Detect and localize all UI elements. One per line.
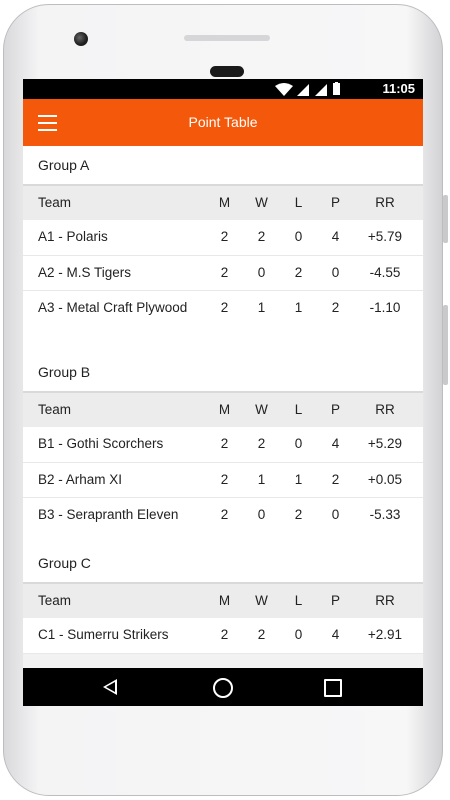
recents-icon[interactable] [324,679,342,697]
run-rate: +5.29 [367,436,403,451]
header-l: L [294,593,303,608]
losses: 0 [294,627,303,642]
earpiece [210,66,244,77]
power-button [443,305,448,385]
table-header: Team M W L P RR [23,186,423,220]
screen: 11:05 Point Table Group A Team M W L P R… [23,79,423,706]
header-w: W [255,593,268,608]
volume-button [443,195,448,243]
header-m: M [218,195,231,210]
run-rate: +5.79 [367,229,403,244]
matches: 2 [220,627,229,642]
header-rr: RR [375,402,395,417]
matches: 2 [220,507,229,522]
group-section: Group A Team M W L P RR A1 - Polaris 2 2… [23,146,423,353]
header-team: Team [38,402,72,417]
table-row[interactable]: A1 - Polaris 2 2 0 4 +5.79 [23,220,423,256]
wins: 1 [257,300,266,315]
points: 0 [331,265,340,280]
header-rr: RR [375,593,395,608]
header-p: P [330,195,340,210]
losses: 0 [294,436,303,451]
run-rate: -4.55 [369,265,401,280]
team-name: B1 - Gothi Scorchers [38,436,164,451]
team-name: A2 - M.S Tigers [38,265,132,280]
team-name: A1 - Polaris [38,229,108,244]
points: 4 [331,627,340,642]
header-team: Team [38,195,72,210]
table-row[interactable]: B1 - Gothi Scorchers 2 2 0 4 +5.29 [23,427,423,463]
wins: 2 [257,627,266,642]
home-icon[interactable] [213,678,233,698]
header-w: W [255,402,268,417]
wins: 1 [257,472,266,487]
run-rate: -5.33 [369,507,401,522]
header-p: P [330,402,340,417]
wins: 2 [257,229,266,244]
team-name: A3 - Metal Craft Plywood [38,300,188,315]
run-rate: +2.91 [367,627,403,642]
points-table[interactable]: Group A Team M W L P RR A1 - Polaris 2 2… [23,146,423,668]
group-title: Group A [23,146,423,186]
front-camera [74,32,88,46]
navigation-bar [23,668,423,706]
table-header: Team M W L P RR [23,584,423,618]
table-row[interactable]: B3 - Serapranth Eleven 2 0 2 0 -5.33 [23,498,423,534]
status-icons [275,82,340,96]
signal-icon-2 [315,84,327,96]
header-p: P [330,593,340,608]
status-time: 11:05 [382,81,415,96]
matches: 2 [220,265,229,280]
group-section: Group B Team M W L P RR B1 - Gothi Scorc… [23,353,423,544]
points: 4 [331,229,340,244]
points: 0 [331,507,340,522]
wifi-icon [275,83,293,96]
losses: 0 [294,229,303,244]
run-rate: +0.05 [367,472,403,487]
losses: 1 [294,300,303,315]
header-m: M [218,402,231,417]
header-m: M [218,593,231,608]
battery-icon [333,83,340,95]
wins: 0 [257,507,266,522]
losses: 1 [294,472,303,487]
status-bar: 11:05 [23,79,423,99]
team-name: C1 - Sumerru Strikers [38,627,169,642]
table-header: Team M W L P RR [23,393,423,427]
header-w: W [255,195,268,210]
back-icon[interactable] [103,679,117,695]
table-row[interactable]: B2 - Arham XI 2 1 1 2 +0.05 [23,463,423,498]
table-row[interactable]: A2 - M.S Tigers 2 0 2 0 -4.55 [23,256,423,291]
matches: 2 [220,472,229,487]
signal-icon [297,84,309,96]
group-section: Group C Team M W L P RR C1 - Sumerru Str… [23,544,423,654]
group-title: Group C [23,544,423,584]
matches: 2 [220,229,229,244]
points: 2 [331,300,340,315]
header-l: L [294,195,303,210]
speaker-grille [184,35,270,41]
header-team: Team [38,593,72,608]
team-name: B3 - Serapranth Eleven [38,507,179,522]
losses: 2 [294,507,303,522]
header-rr: RR [375,195,395,210]
wins: 2 [257,436,266,451]
matches: 2 [220,436,229,451]
matches: 2 [220,300,229,315]
losses: 2 [294,265,303,280]
wins: 0 [257,265,266,280]
table-row[interactable]: A3 - Metal Craft Plywood 2 1 1 2 -1.10 [23,291,423,343]
header-l: L [294,402,303,417]
points: 4 [331,436,340,451]
run-rate: -1.10 [369,300,401,315]
table-row[interactable]: C1 - Sumerru Strikers 2 2 0 4 +2.91 [23,618,423,654]
team-name: B2 - Arham XI [38,472,123,487]
group-title: Group B [23,353,423,393]
points: 2 [331,472,340,487]
page-title: Point Table [188,114,258,130]
app-bar: Point Table [23,99,423,146]
